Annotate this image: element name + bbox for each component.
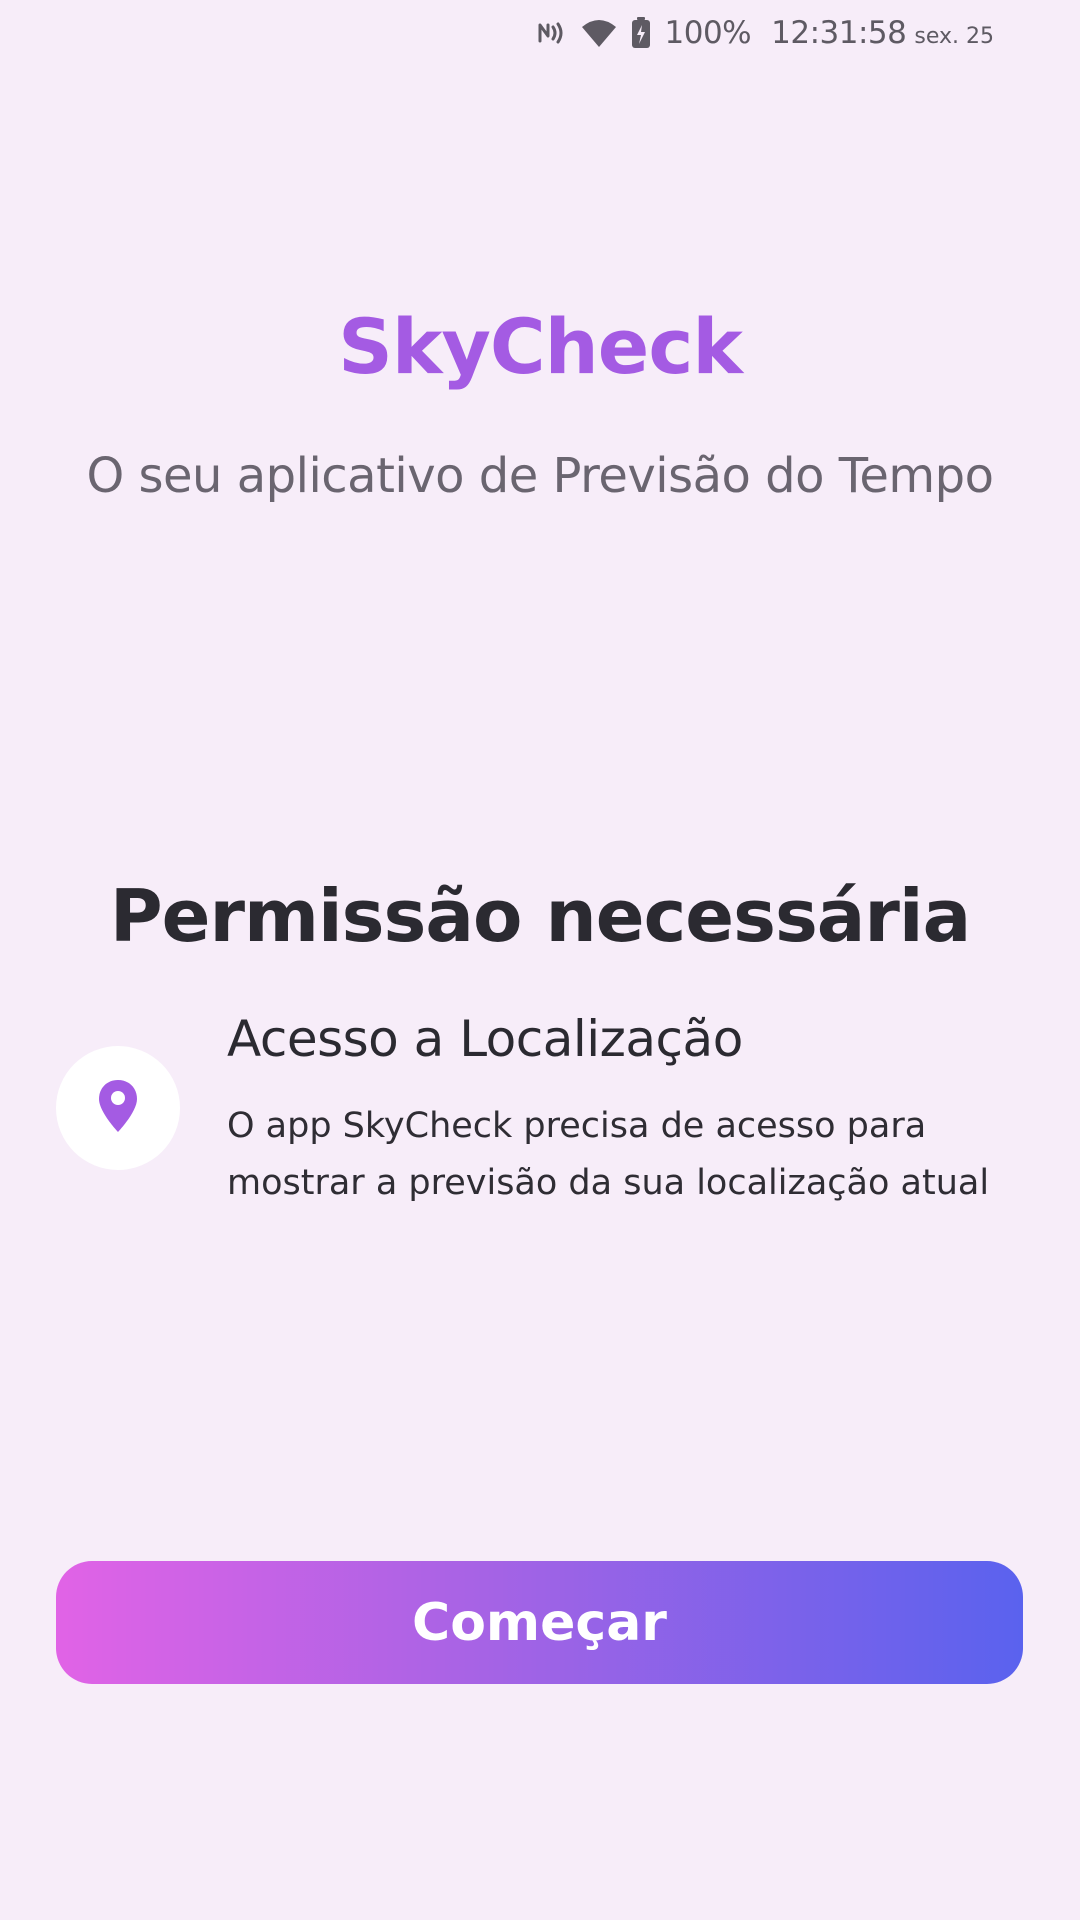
onboarding-screen: 100% 12:31:58 sex. 25 SkyCheck O seu apl… [0, 0, 1080, 1920]
permission-description: O app SkyCheck precisa de acesso para mo… [227, 1106, 990, 1203]
permission-item-location: Acesso a Localização O app SkyCheck prec… [56, 1010, 1024, 1210]
status-bar: 100% 12:31:58 sex. 25 [0, 0, 1080, 66]
clock: 12:31:58 [771, 15, 907, 51]
wifi-icon [581, 18, 617, 48]
app-title: SkyCheck [338, 302, 743, 391]
app-subtitle: O seu aplicativo de Previsão do Tempo [86, 448, 994, 504]
location-icon-container [56, 1046, 180, 1170]
battery-charging-icon [631, 17, 651, 49]
permission-title: Acesso a Localização [227, 1010, 743, 1068]
battery-level: 100% [664, 15, 752, 51]
start-button[interactable]: Começar [56, 1561, 1023, 1684]
nfc-icon [537, 20, 567, 46]
permission-heading: Permissão necessária [109, 874, 971, 958]
location-pin-icon [97, 1078, 139, 1139]
date: sex. 25 [914, 23, 994, 49]
